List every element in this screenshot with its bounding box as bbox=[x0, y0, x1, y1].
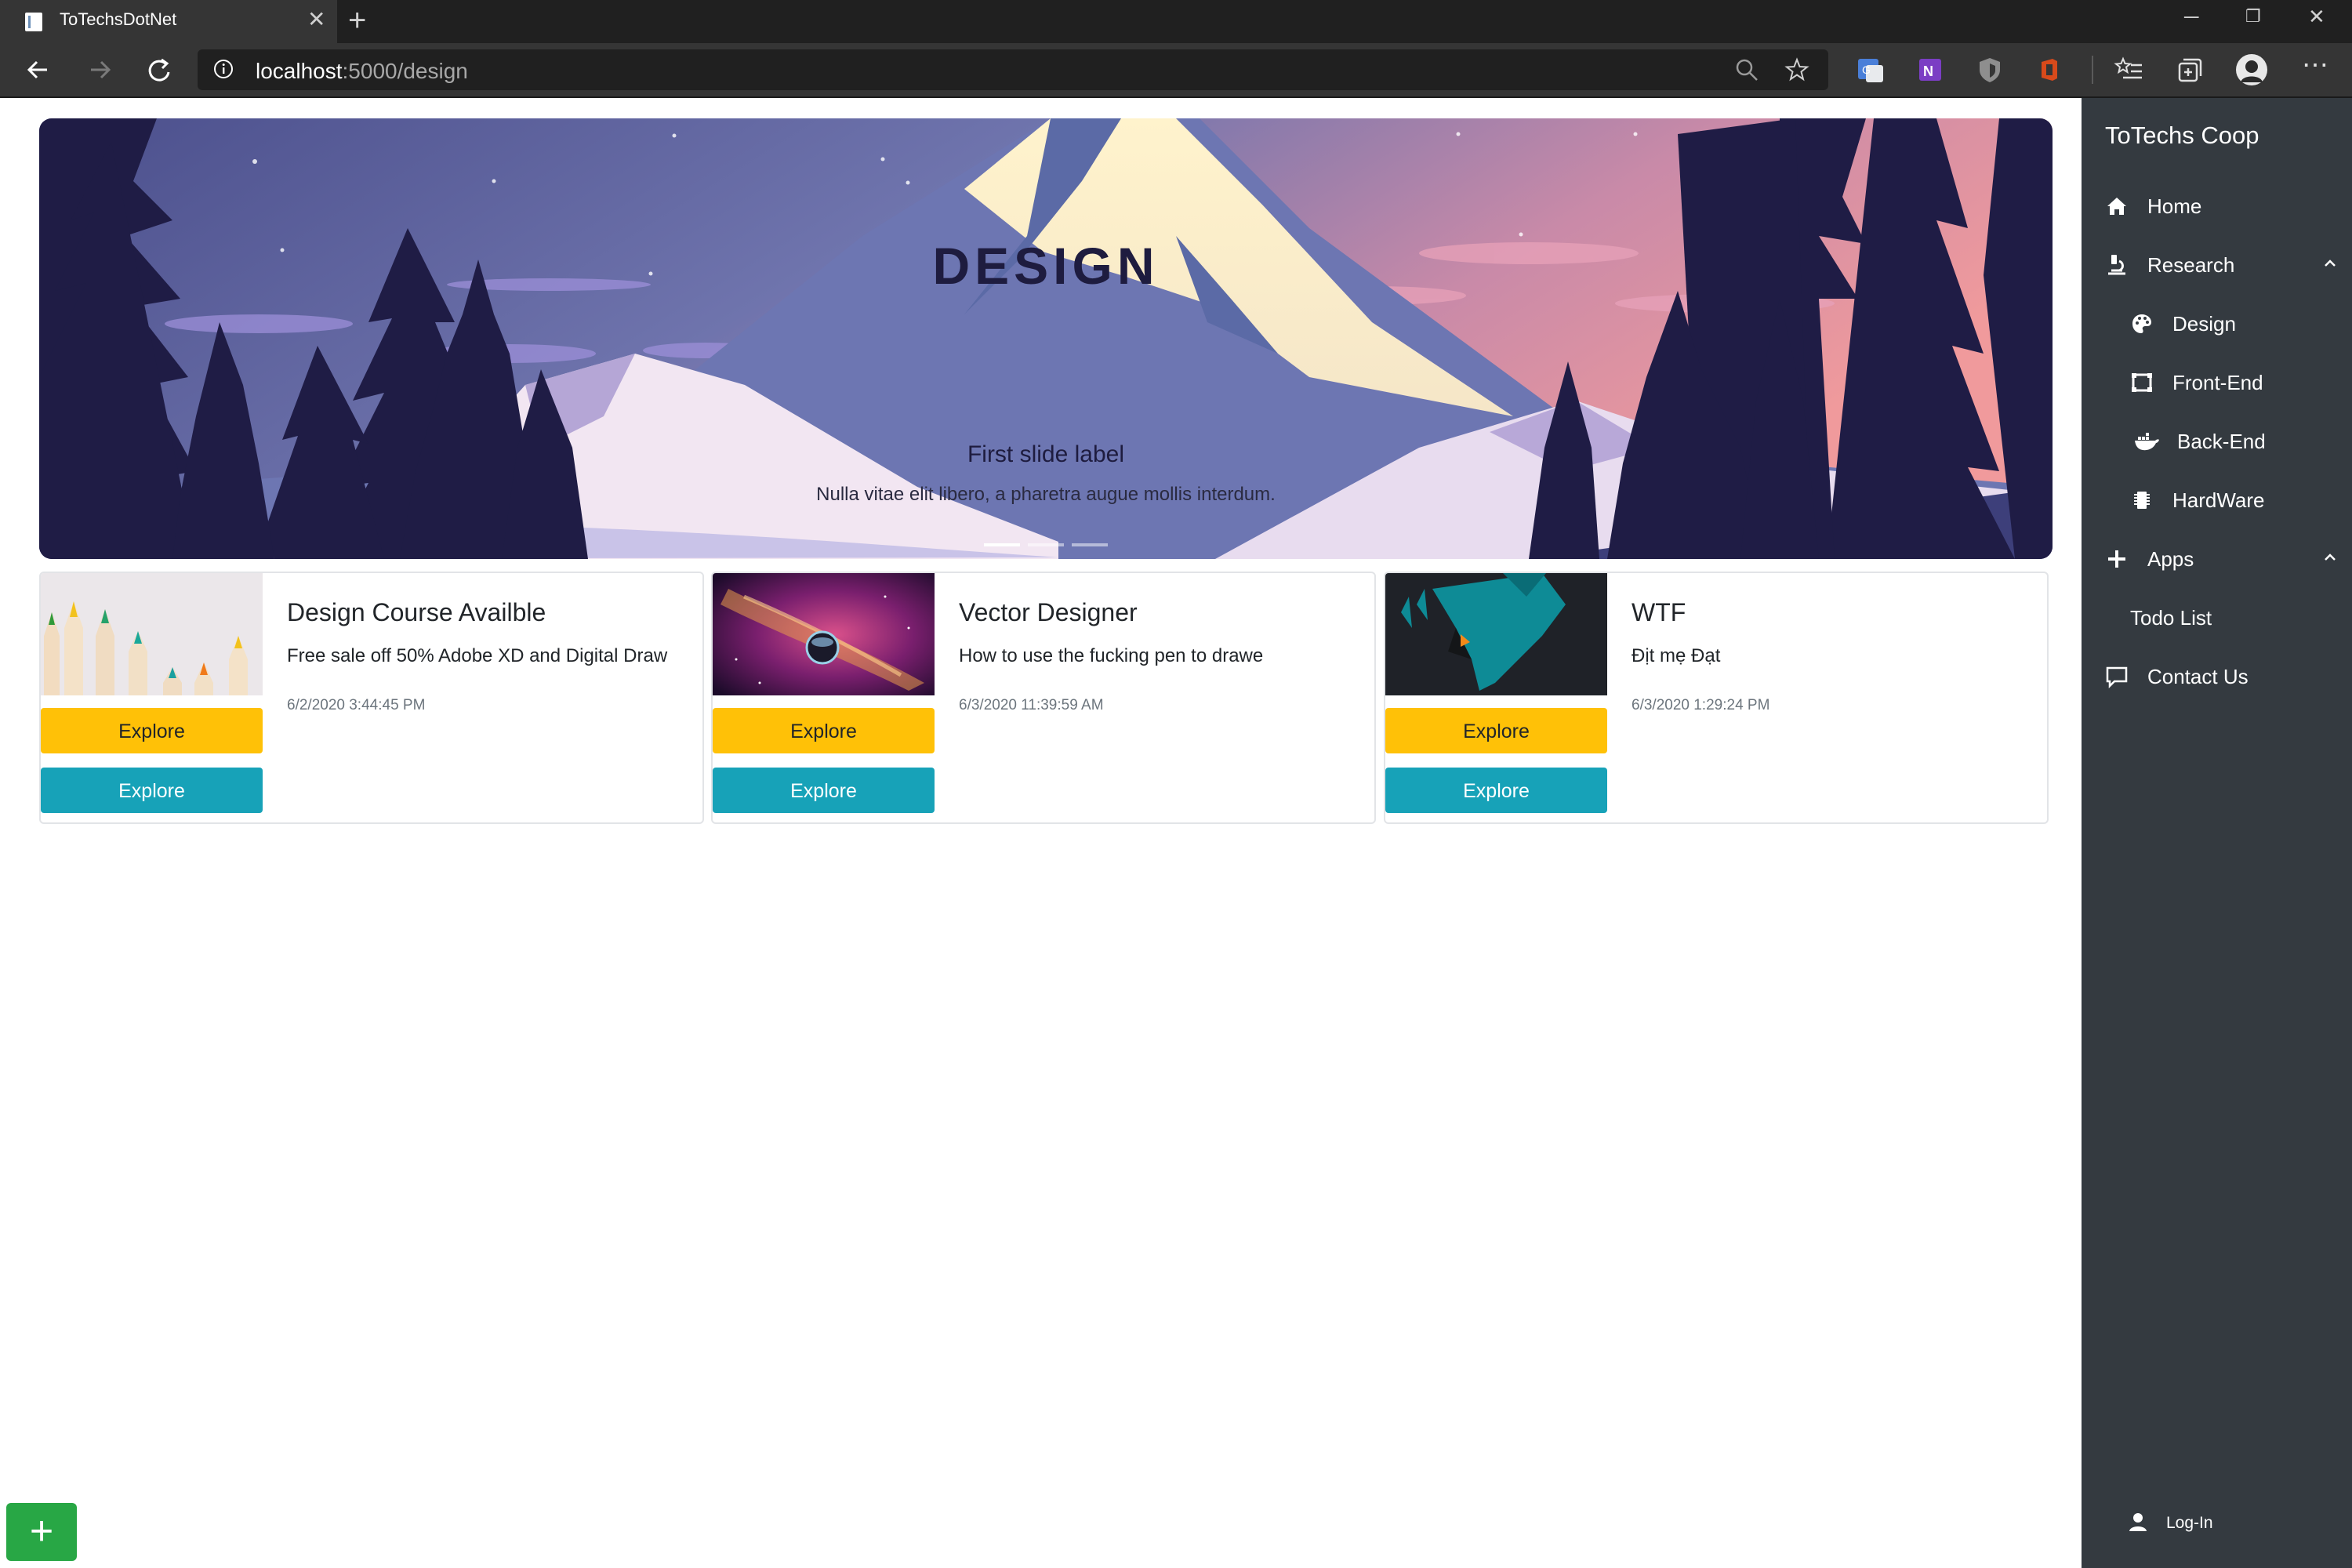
card-title: WTF bbox=[1632, 598, 1686, 626]
profile-avatar-icon[interactable] bbox=[2234, 53, 2269, 87]
card-text: Free sale off 50% Adobe XD and Digital D… bbox=[287, 645, 668, 666]
browser-tab-strip: ToTechsDotNet ✕ + ─ ❐ ✕ bbox=[0, 0, 2352, 43]
card-date: 6/3/2020 1:29:24 PM bbox=[1632, 697, 1770, 713]
login-label: Log-In bbox=[2166, 1514, 2213, 1532]
sidebar-brand[interactable]: ToTechs Coop bbox=[2105, 122, 2259, 150]
collections-icon[interactable] bbox=[2173, 54, 2205, 85]
sidebar-item-label: Home bbox=[2147, 194, 2202, 218]
url-host: localhost bbox=[256, 59, 343, 83]
sidebar-item-label: Apps bbox=[2147, 547, 2194, 571]
chip-icon bbox=[2134, 492, 2150, 509]
card-text: How to use the fucking pen to drawe bbox=[959, 645, 1264, 666]
favorites-list-icon[interactable] bbox=[2114, 54, 2145, 85]
sidebar-item-label: Back-End bbox=[2177, 430, 2266, 453]
plus-icon: + bbox=[29, 1508, 54, 1554]
explore-button[interactable]: Explore bbox=[713, 768, 935, 813]
sidebar-item-label: Research bbox=[2147, 253, 2235, 277]
login-link[interactable]: Log-In bbox=[2122, 1508, 2279, 1539]
sidebar: ToTechs Coop Home Research Design Front-… bbox=[2082, 98, 2352, 1568]
carousel-indicator[interactable] bbox=[984, 543, 1020, 546]
chevron-up-icon[interactable] bbox=[2321, 255, 2339, 272]
sidebar-item-research[interactable]: Research bbox=[2082, 241, 2352, 288]
shield-extension-icon[interactable] bbox=[1974, 54, 2005, 85]
zoom-icon[interactable] bbox=[1734, 57, 1759, 82]
comment-icon bbox=[2106, 666, 2128, 688]
back-icon[interactable] bbox=[20, 52, 56, 88]
carousel-caption-title: First slide label bbox=[967, 441, 1125, 467]
sidebar-item-apps[interactable]: Apps bbox=[2082, 535, 2352, 582]
close-tab-icon[interactable]: ✕ bbox=[307, 8, 325, 31]
sidebar-item-label: HardWare bbox=[2172, 488, 2265, 512]
card-thumbnail bbox=[41, 573, 263, 695]
card-thumbnail bbox=[1385, 573, 1607, 695]
card-thumbnail bbox=[713, 573, 935, 695]
sidebar-item-label: Design bbox=[2172, 312, 2236, 336]
explore-button[interactable]: Explore bbox=[41, 768, 263, 813]
sidebar-item-frontend[interactable]: Front-End bbox=[2082, 358, 2352, 405]
sidebar-item-todo-list[interactable]: Todo List bbox=[2082, 593, 2352, 641]
sidebar-item-home[interactable]: Home bbox=[2082, 182, 2352, 229]
colored-pencils-image bbox=[41, 573, 263, 695]
translate-extension-icon[interactable]: G bbox=[1855, 54, 1886, 85]
carousel-indicator[interactable] bbox=[1072, 543, 1108, 546]
sidebar-item-contact-us[interactable]: Contact Us bbox=[2082, 652, 2352, 699]
carousel-indicators bbox=[984, 543, 1109, 548]
galaxy-image bbox=[713, 573, 935, 695]
research-icon bbox=[2108, 255, 2125, 275]
carousel-indicator[interactable] bbox=[1028, 543, 1064, 546]
url-path: :5000/design bbox=[342, 59, 468, 83]
page-main: DESIGN First slide label Nulla vitae eli… bbox=[0, 98, 2082, 1568]
sidebar-item-hardware[interactable]: HardWare bbox=[2082, 476, 2352, 523]
url-text: localhost:5000/design bbox=[256, 59, 468, 84]
course-card: Explore Explore WTF Địt mẹ Đạt 6/3/2020 … bbox=[1384, 572, 2049, 824]
svg-text:G: G bbox=[1862, 64, 1871, 76]
sidebar-item-backend[interactable]: Back-End bbox=[2082, 417, 2352, 464]
user-icon bbox=[2129, 1513, 2147, 1531]
address-bar[interactable]: localhost:5000/design bbox=[198, 49, 1828, 90]
sidebar-item-label: Front-End bbox=[2172, 371, 2263, 394]
explore-button[interactable]: Explore bbox=[1385, 768, 1607, 813]
explore-button[interactable]: Explore bbox=[1385, 708, 1607, 753]
home-icon bbox=[2107, 198, 2126, 215]
window-close-icon[interactable]: ✕ bbox=[2308, 5, 2325, 28]
site-info-icon[interactable] bbox=[213, 59, 234, 79]
docker-icon bbox=[2135, 433, 2159, 451]
sidebar-item-design[interactable]: Design bbox=[2082, 299, 2352, 347]
hero-carousel[interactable]: DESIGN First slide label Nulla vitae eli… bbox=[39, 118, 2053, 559]
course-card: Explore Explore Design Course Availble F… bbox=[39, 572, 704, 824]
explore-button[interactable]: Explore bbox=[41, 708, 263, 753]
sidebar-item-label: Todo List bbox=[2130, 606, 2212, 630]
palette-icon bbox=[2132, 314, 2151, 333]
favorite-star-icon[interactable] bbox=[1784, 57, 1809, 82]
course-card: Explore Explore Vector Designer How to u… bbox=[711, 572, 1376, 824]
toolbar-divider bbox=[2092, 56, 2093, 84]
frontend-icon bbox=[2132, 373, 2152, 392]
sidebar-item-label: Contact Us bbox=[2147, 665, 2249, 688]
forward-icon[interactable] bbox=[82, 52, 118, 88]
hero-title: DESIGN bbox=[932, 237, 1160, 295]
card-title: Design Course Availble bbox=[287, 598, 546, 626]
card-title: Vector Designer bbox=[959, 598, 1138, 626]
explore-button[interactable]: Explore bbox=[713, 708, 935, 753]
onenote-extension-icon[interactable]: N bbox=[1915, 54, 1946, 85]
dark-creature-image bbox=[1385, 573, 1607, 695]
tab-title: ToTechsDotNet bbox=[60, 9, 177, 29]
card-date: 6/3/2020 11:39:59 AM bbox=[959, 697, 1104, 713]
svg-text:N: N bbox=[1923, 64, 1933, 79]
more-options-icon[interactable]: ⋯ bbox=[2302, 49, 2330, 81]
card-date: 6/2/2020 3:44:45 PM bbox=[287, 697, 426, 713]
card-text: Địt mẹ Đạt bbox=[1632, 645, 1721, 666]
browser-tab[interactable]: ToTechsDotNet ✕ bbox=[0, 0, 337, 43]
new-tab-icon[interactable]: + bbox=[348, 3, 366, 38]
address-toolbar: localhost:5000/design G N ⋯ bbox=[0, 43, 2352, 96]
restore-icon[interactable]: ❐ bbox=[2245, 5, 2261, 28]
add-button[interactable]: + bbox=[6, 1503, 77, 1561]
page-favicon-icon bbox=[25, 13, 42, 31]
chevron-up-icon[interactable] bbox=[2321, 549, 2339, 566]
refresh-icon[interactable] bbox=[141, 52, 177, 88]
office-extension-icon[interactable] bbox=[2034, 54, 2065, 85]
plus-icon bbox=[2108, 550, 2125, 568]
minimize-icon[interactable]: ─ bbox=[2184, 5, 2198, 28]
carousel-caption-text: Nulla vitae elit libero, a pharetra augu… bbox=[816, 484, 1276, 505]
